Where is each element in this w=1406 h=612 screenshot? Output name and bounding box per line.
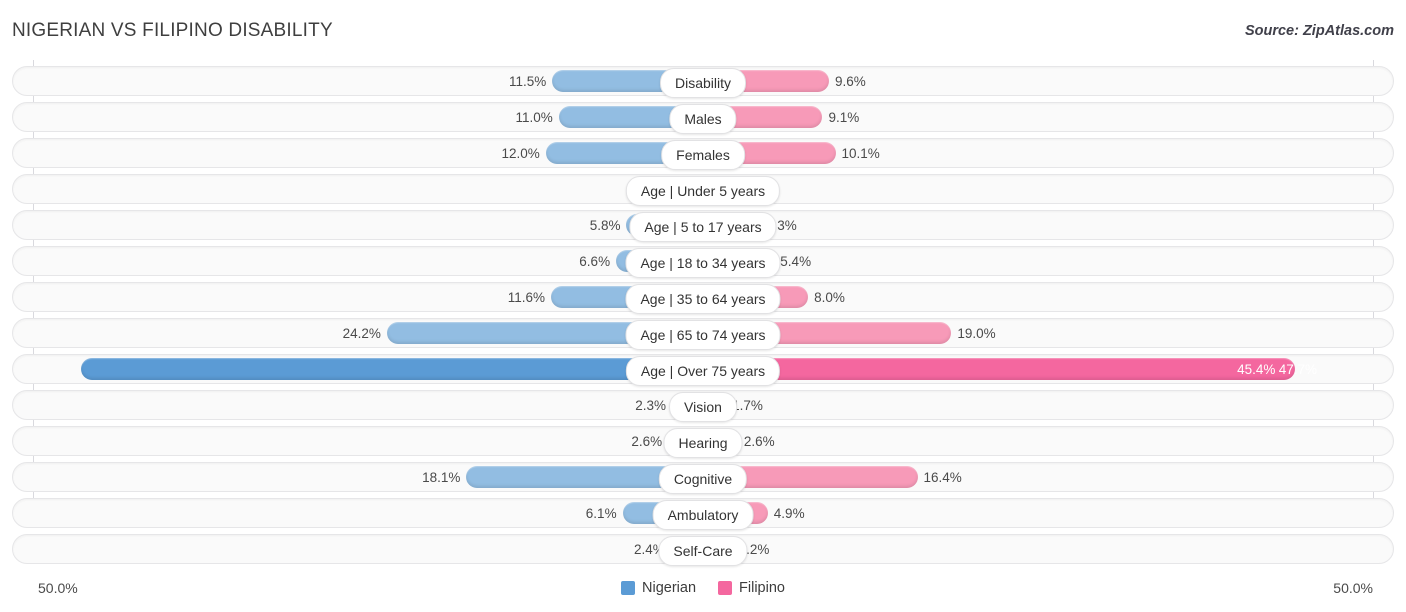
source-attribution: Source: ZipAtlas.com	[1244, 23, 1394, 39]
category-label: Age | 65 to 74 years	[625, 320, 781, 350]
table-row: 12.0% 10.1% Females	[12, 138, 1394, 170]
category-label: Disability	[659, 68, 747, 98]
category-label: Age | 35 to 64 years	[625, 284, 781, 314]
category-label: Self-Care	[658, 536, 748, 566]
value-label-filipino: 10.1%	[841, 146, 880, 161]
value-label-filipino: 19.0%	[957, 326, 996, 341]
value-label-filipino: 4.9%	[773, 506, 805, 521]
value-label-nigerian: 11.6%	[507, 290, 545, 305]
legend-item-nigerian[interactable]: Nigerian	[621, 580, 696, 596]
table-row: 2.6% 2.6% Hearing	[12, 426, 1394, 458]
value-label-filipino: 8.0%	[814, 290, 845, 305]
value-label-nigerian: 5.8%	[589, 218, 621, 233]
table-row: 5.8% 4.3% Age | 5 to 17 years	[12, 210, 1394, 242]
value-label-filipino: 45.4%	[1237, 362, 1276, 377]
legend-label: Filipino	[739, 580, 785, 596]
page-title: NIGERIAN VS FILIPINO DISABILITY	[12, 20, 333, 41]
legend-item-filipino[interactable]: Filipino	[718, 580, 785, 596]
category-label: Females	[661, 140, 745, 170]
diverging-bar-chart: 11.5% 9.6% Disability 11.0% 9.1% Males 12.0% 10…	[0, 60, 1406, 572]
category-label: Age | 5 to 17 years	[629, 212, 777, 242]
value-label-nigerian: 11.0%	[515, 110, 553, 125]
bar-nigerian	[80, 358, 702, 380]
chart-legend: Nigerian Filipino	[0, 580, 1406, 596]
category-label: Cognitive	[658, 464, 748, 494]
table-row: 24.2% 19.0% Age | 65 to 74 years	[12, 318, 1394, 350]
table-row: 6.1% 4.9% Ambulatory	[12, 498, 1394, 530]
category-label: Vision	[669, 392, 737, 422]
legend-label: Nigerian	[642, 580, 697, 596]
category-label: Age | Under 5 years	[625, 176, 781, 206]
value-label-nigerian: 24.2%	[342, 326, 381, 341]
value-label-nigerian: 18.1%	[422, 470, 461, 485]
chart-page: NIGERIAN VS FILIPINO DISABILITY Source: …	[0, 0, 1406, 612]
value-label-nigerian: 12.0%	[501, 146, 540, 161]
legend-swatch-icon	[621, 581, 636, 595]
table-row: 11.5% 9.6% Disability	[12, 66, 1394, 98]
legend-swatch-icon	[718, 581, 733, 595]
value-label-filipino: 2.6%	[743, 434, 775, 449]
category-label: Age | 18 to 34 years	[625, 248, 781, 278]
table-row: 2.3% 1.7% Vision	[12, 390, 1394, 422]
category-label: Ambulatory	[652, 500, 754, 530]
value-label-nigerian: 6.1%	[585, 506, 617, 521]
table-row: 1.3%1.1%Age | Under 5 years	[12, 174, 1394, 206]
value-label-nigerian: 47.7%	[1278, 362, 1318, 377]
table-row: 47.7% 45.4% Age | Over 75 years	[12, 354, 1394, 386]
value-label-filipino: 9.6%	[834, 74, 866, 89]
chart-rows: 11.5% 9.6% Disability 11.0% 9.1% Males 12.0% 10…	[12, 66, 1394, 570]
value-label-nigerian: 11.5%	[509, 74, 547, 89]
chart-header: NIGERIAN VS FILIPINO DISABILITY Source: …	[0, 0, 1406, 58]
category-label: Males	[669, 104, 737, 134]
table-row: 11.0% 9.1% Males	[12, 102, 1394, 134]
chart-footer: 50.0% 50.0% Nigerian Filipino	[0, 572, 1406, 612]
value-label-nigerian: 2.3%	[635, 398, 667, 413]
table-row: 18.1% 16.4% Cognitive	[12, 462, 1394, 494]
table-row: 11.6% 8.0% Age | 35 to 64 years	[12, 282, 1394, 314]
value-label-filipino: 16.4%	[923, 470, 962, 485]
value-label-nigerian: 6.6%	[579, 254, 611, 269]
value-label-filipino: 9.1%	[828, 110, 860, 125]
category-label: Age | Over 75 years	[625, 356, 781, 386]
bar-filipino	[704, 358, 1296, 380]
category-label: Hearing	[663, 428, 743, 458]
table-row: 6.6% 5.4% Age | 18 to 34 years	[12, 246, 1394, 278]
table-row: 2.4% 2.2% Self-Care	[12, 534, 1394, 566]
